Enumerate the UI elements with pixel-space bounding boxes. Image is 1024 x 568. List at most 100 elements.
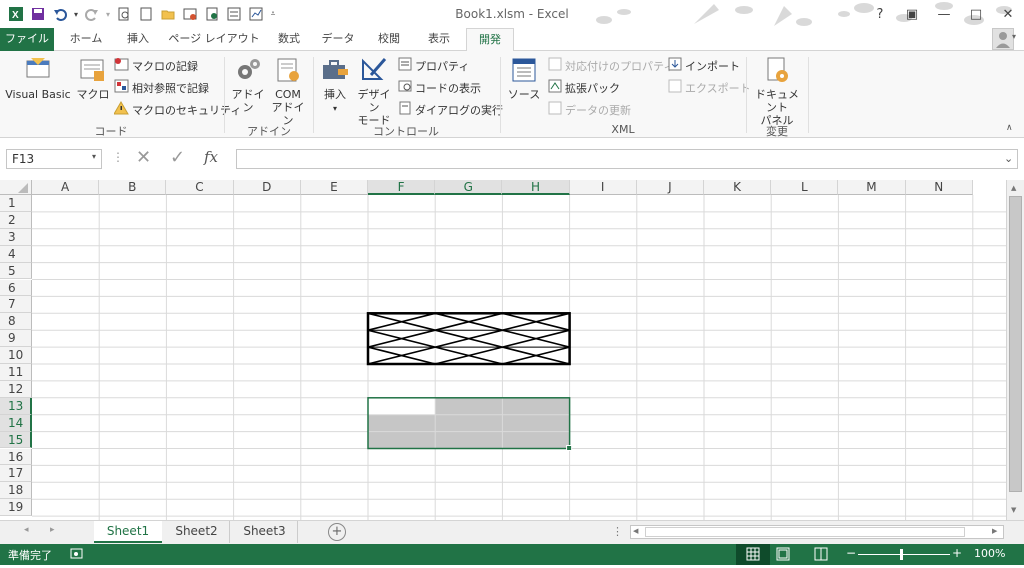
- help-icon[interactable]: ?: [864, 0, 896, 28]
- horizontal-scrollbar[interactable]: ◀ ▶: [630, 525, 1004, 539]
- macro-security-button[interactable]: マクロのセキュリティ: [113, 101, 241, 118]
- tab-view[interactable]: 表示: [416, 28, 462, 51]
- column-header-b[interactable]: B: [99, 180, 167, 195]
- active-cell-f13[interactable]: [368, 397, 436, 415]
- tab-page-layout[interactable]: ページ レイアウト: [164, 28, 264, 51]
- prev-sheet-icon[interactable]: ◂: [24, 525, 29, 535]
- tab-formulas[interactable]: 数式: [266, 28, 312, 51]
- design-mode-button[interactable]: デザイン モード: [354, 55, 394, 127]
- name-box[interactable]: F13 ▾: [6, 149, 102, 169]
- user-avatar[interactable]: [992, 28, 1014, 50]
- row-header-14[interactable]: 14: [0, 414, 32, 432]
- cell-area[interactable]: [32, 195, 1006, 520]
- worksheet-grid[interactable]: ABCDEFGHIJKLMN 1 2 3 4 5 6 7 8 9 10 11 12 13 14 15 16 17…: [0, 180, 1024, 520]
- map-properties-button[interactable]: 対応付けのプロパティ: [548, 57, 674, 74]
- tab-file[interactable]: ファイル: [0, 28, 54, 51]
- expand-formula-bar-icon[interactable]: ⌄: [1004, 152, 1013, 165]
- xml-source-button[interactable]: ソース: [506, 55, 542, 101]
- row-header-9[interactable]: 9: [0, 330, 32, 348]
- addins-button[interactable]: アドイン: [228, 55, 268, 114]
- tab-splitter-icon[interactable]: ⋮: [612, 525, 623, 538]
- column-header-d[interactable]: D: [233, 180, 301, 195]
- sheet-tab-3[interactable]: Sheet3: [232, 521, 298, 543]
- page-break-view-icon[interactable]: [814, 547, 828, 564]
- zoom-slider[interactable]: [858, 554, 950, 555]
- row-header-15[interactable]: 15: [0, 431, 32, 449]
- scroll-left-icon[interactable]: ◀: [633, 527, 638, 535]
- visual-basic-button[interactable]: Visual Basic: [4, 55, 72, 101]
- record-macro-button[interactable]: マクロの記録: [114, 57, 198, 74]
- zoom-out-icon[interactable]: −: [846, 546, 856, 560]
- column-header-h[interactable]: H: [502, 180, 570, 195]
- row-header-10[interactable]: 10: [0, 347, 32, 364]
- column-header-e[interactable]: E: [300, 180, 368, 195]
- com-addins-button[interactable]: COM アドイン: [270, 55, 306, 127]
- view-code-button[interactable]: コードの表示: [398, 79, 481, 96]
- zoom-level[interactable]: 100%: [974, 547, 1005, 560]
- next-sheet-icon[interactable]: ▸: [50, 525, 55, 535]
- row-header-19[interactable]: 19: [0, 499, 32, 517]
- row-header-4[interactable]: 4: [0, 245, 32, 263]
- fill-handle[interactable]: [566, 445, 573, 451]
- insert-control-button[interactable]: 挿入 ▾: [318, 55, 352, 115]
- column-header-j[interactable]: J: [636, 180, 704, 195]
- formula-bar-options-icon[interactable]: ⋮: [112, 150, 124, 164]
- column-header-f[interactable]: F: [368, 180, 436, 195]
- name-box-dropdown-icon[interactable]: ▾: [92, 152, 96, 161]
- select-all-corner[interactable]: [0, 180, 32, 195]
- row-header-8[interactable]: 8: [0, 313, 32, 331]
- row-header-11[interactable]: 11: [0, 364, 32, 381]
- normal-view-button[interactable]: [736, 544, 770, 565]
- scroll-up-icon[interactable]: ▲: [1011, 184, 1016, 192]
- close-icon[interactable]: ✕: [992, 0, 1024, 28]
- scroll-down-icon[interactable]: ▼: [1011, 506, 1016, 514]
- row-header-17[interactable]: 17: [0, 465, 32, 483]
- tab-home[interactable]: ホーム: [60, 28, 112, 51]
- run-dialog-button[interactable]: ダイアログの実行: [398, 101, 503, 118]
- row-header-1[interactable]: 1: [0, 195, 32, 212]
- import-button[interactable]: インポート: [668, 57, 740, 74]
- tab-developer[interactable]: 開発: [466, 28, 514, 52]
- sheet-tab-2[interactable]: Sheet2: [164, 521, 230, 543]
- row-header-16[interactable]: 16: [0, 448, 32, 466]
- tab-review[interactable]: 校閲: [364, 28, 414, 51]
- zoom-slider-thumb[interactable]: [900, 549, 903, 560]
- column-header-m[interactable]: M: [838, 180, 906, 195]
- macro-recording-icon[interactable]: [70, 547, 84, 564]
- enter-icon[interactable]: ✓: [170, 147, 185, 168]
- export-button[interactable]: エクスポート: [668, 79, 751, 96]
- column-header-a[interactable]: A: [32, 180, 100, 195]
- row-header-7[interactable]: 7: [0, 296, 32, 314]
- row-header-3[interactable]: 3: [0, 228, 32, 246]
- row-header-12[interactable]: 12: [0, 380, 32, 398]
- vertical-scroll-thumb[interactable]: [1009, 196, 1022, 492]
- insert-function-icon[interactable]: fx: [204, 148, 218, 166]
- column-header-l[interactable]: L: [771, 180, 839, 195]
- row-header-18[interactable]: 18: [0, 482, 32, 500]
- document-panel-button[interactable]: ドキュメント パネル: [750, 55, 804, 127]
- tab-data[interactable]: データ: [314, 28, 362, 51]
- column-header-k[interactable]: K: [704, 180, 772, 195]
- column-header-i[interactable]: I: [569, 180, 637, 195]
- ribbon-display-icon[interactable]: ▣: [896, 0, 928, 28]
- maximize-icon[interactable]: □: [960, 0, 992, 28]
- column-header-c[interactable]: C: [166, 180, 234, 195]
- refresh-data-button[interactable]: データの更新: [548, 101, 631, 118]
- horizontal-scroll-thumb[interactable]: [645, 527, 965, 537]
- relative-reference-button[interactable]: 相対参照で記録: [114, 79, 209, 96]
- tab-insert[interactable]: 挿入: [114, 28, 162, 51]
- vertical-scrollbar[interactable]: ▲ ▼: [1006, 180, 1024, 520]
- row-header-2[interactable]: 2: [0, 211, 32, 229]
- page-layout-view-icon[interactable]: [776, 547, 790, 564]
- expansion-packs-button[interactable]: 拡張パック: [548, 79, 620, 96]
- add-sheet-icon[interactable]: +: [328, 523, 346, 541]
- cancel-icon[interactable]: ✕: [136, 147, 151, 168]
- row-header-13[interactable]: 13: [0, 397, 32, 415]
- macros-button[interactable]: マクロ: [76, 55, 110, 101]
- row-header-5[interactable]: 5: [0, 262, 32, 280]
- formula-input[interactable]: [236, 149, 1018, 169]
- collapse-ribbon-icon[interactable]: ∧: [1006, 123, 1013, 133]
- sheet-tab-1[interactable]: Sheet1: [94, 521, 162, 543]
- properties-button[interactable]: プロパティ: [398, 57, 469, 74]
- user-dropdown-icon[interactable]: ▾: [1012, 32, 1016, 41]
